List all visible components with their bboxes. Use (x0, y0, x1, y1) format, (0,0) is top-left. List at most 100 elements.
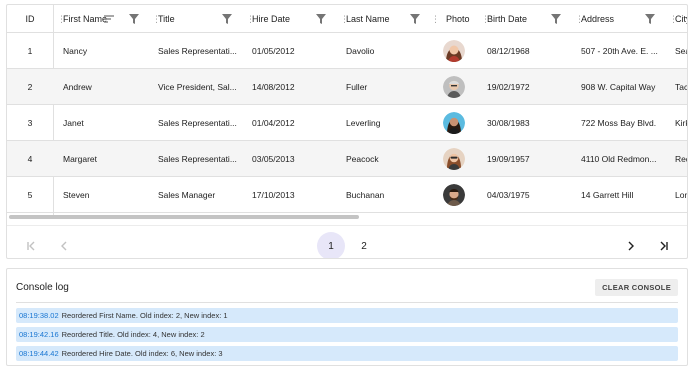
cell-title[interactable]: Sales Manager (158, 177, 244, 213)
cell-first-name[interactable]: Margaret (63, 141, 149, 177)
log-entry: 08:19:38.02 Reordered First Name. Old in… (16, 308, 678, 323)
sort-icon[interactable] (104, 14, 114, 24)
header-photo[interactable]: ⋮ Photo (431, 5, 481, 33)
header-address-label: Address (581, 14, 615, 24)
cell-id[interactable]: 4 (7, 141, 53, 177)
header-hire-date-label: Hire Date (252, 14, 291, 24)
previous-page-button[interactable] (50, 232, 78, 258)
filter-icon[interactable] (129, 14, 139, 24)
table-row[interactable]: 4 Margaret Sales Representati... 03/05/2… (7, 141, 687, 177)
cell-city[interactable]: Sea (675, 33, 687, 69)
cell-title[interactable]: Vice President, Sal... (158, 69, 244, 105)
cell-address[interactable]: 722 Moss Bay Blvd. (581, 105, 663, 141)
cell-birth-date[interactable]: 19/09/1957 (487, 141, 573, 177)
filter-icon[interactable] (645, 14, 655, 24)
cell-photo (431, 177, 477, 213)
log-message: Reordered Hire Date. Old index: 6, New i… (61, 349, 223, 358)
cell-last-name[interactable]: Leverling (346, 105, 432, 141)
cell-hire-date[interactable]: 03/05/2013 (252, 141, 338, 177)
cell-photo (431, 69, 477, 105)
header-last-name-label: Last Name (346, 14, 390, 24)
pager: 1 2 (7, 225, 687, 258)
header-city[interactable]: ⋮ City (669, 5, 687, 33)
page-button-1[interactable]: 1 (317, 232, 345, 258)
horizontal-scrollbar[interactable] (9, 215, 359, 219)
header-birth-date-label: Birth Date (487, 14, 528, 24)
cell-hire-date[interactable]: 17/10/2013 (252, 177, 338, 213)
cell-id[interactable]: 1 (7, 33, 53, 69)
cell-photo (431, 141, 477, 177)
photo-janet (443, 112, 465, 134)
cell-first-name[interactable]: Nancy (63, 33, 149, 69)
filter-icon[interactable] (222, 14, 232, 24)
cell-address[interactable]: 908 W. Capital Way (581, 69, 663, 105)
header-first-name-label: First Name (63, 14, 108, 24)
cell-birth-date[interactable]: 19/02/1972 (487, 69, 573, 105)
cell-birth-date[interactable]: 04/03/1975 (487, 177, 573, 213)
cell-last-name[interactable]: Fuller (346, 69, 432, 105)
table-row[interactable]: 2 Andrew Vice President, Sal... 14/08/20… (7, 69, 687, 105)
header-title-label: Title (158, 14, 175, 24)
photo-margaret (443, 148, 465, 170)
cell-address[interactable]: 14 Garrett Hill (581, 177, 663, 213)
cell-first-name[interactable]: Andrew (63, 69, 149, 105)
clear-console-button[interactable]: CLEAR CONSOLE (595, 279, 678, 296)
log-entry: 08:19:42.16 Reordered Title. Old index: … (16, 327, 678, 342)
cell-first-name[interactable]: Janet (63, 105, 149, 141)
table-row[interactable]: 1 Nancy Sales Representati... 01/05/2012… (7, 33, 687, 69)
cell-first-name[interactable]: Steven (63, 177, 149, 213)
header-city-label: City (675, 14, 687, 24)
photo-steven (443, 184, 465, 206)
cell-hire-date[interactable]: 14/08/2012 (252, 69, 338, 105)
first-page-button[interactable] (17, 232, 45, 258)
log-message: Reordered Title. Old index: 4, New index… (61, 330, 205, 339)
cell-last-name[interactable]: Peacock (346, 141, 432, 177)
log-entry: 08:19:44.42 Reordered Hire Date. Old ind… (16, 346, 678, 361)
cell-id[interactable]: 3 (7, 105, 53, 141)
cell-photo (431, 105, 477, 141)
cell-hire-date[interactable]: 01/05/2012 (252, 33, 338, 69)
drag-handle-icon[interactable]: ⋮ (431, 14, 440, 24)
cell-address[interactable]: 507 - 20th Ave. E. ... (581, 33, 663, 69)
chevron-right-icon (628, 241, 634, 251)
cell-city[interactable]: Red (675, 141, 687, 177)
last-page-button[interactable] (650, 232, 678, 258)
cell-id[interactable]: 5 (7, 177, 53, 213)
cell-title[interactable]: Sales Representati... (158, 141, 244, 177)
console-title: Console log (16, 282, 69, 293)
filter-icon[interactable] (316, 14, 326, 24)
header-id-label: ID (25, 14, 35, 24)
table-row[interactable]: 3 Janet Sales Representati... 01/04/2012… (7, 105, 687, 141)
cell-id[interactable]: 2 (7, 69, 53, 105)
table-row[interactable]: 5 Steven Sales Manager 17/10/2013 Buchan… (7, 177, 687, 213)
cell-address[interactable]: 4110 Old Redmon... (581, 141, 663, 177)
cell-hire-date[interactable]: 01/04/2012 (252, 105, 338, 141)
log-time: 08:19:42.16 (19, 330, 59, 339)
header-id[interactable]: ID (7, 5, 53, 33)
chevron-left-icon (61, 241, 67, 251)
log-time: 08:19:38.02 (19, 311, 59, 320)
cell-title[interactable]: Sales Representati... (158, 105, 244, 141)
cell-photo (431, 33, 477, 69)
cell-city[interactable]: Kirk (675, 105, 687, 141)
page-button-2[interactable]: 2 (350, 232, 378, 258)
header-photo-label: Photo (446, 14, 470, 24)
filter-icon[interactable] (410, 14, 420, 24)
divider (16, 302, 678, 303)
cell-birth-date[interactable]: 30/08/1983 (487, 105, 573, 141)
first-page-icon (27, 241, 35, 251)
log-message: Reordered First Name. Old index: 2, New … (61, 311, 228, 320)
cell-last-name[interactable]: Davolio (346, 33, 432, 69)
console-log-panel: Console log CLEAR CONSOLE 08:19:38.02 Re… (6, 268, 688, 366)
next-page-button[interactable] (617, 232, 645, 258)
cell-last-name[interactable]: Buchanan (346, 177, 432, 213)
cell-title[interactable]: Sales Representati... (158, 33, 244, 69)
grid-header: ID ⋮ First Name ⋮ Title ⋮ Hire Date ⋮ La… (7, 5, 687, 33)
last-page-icon (660, 241, 668, 251)
cell-city[interactable]: Tac (675, 69, 687, 105)
cell-city[interactable]: Lon (675, 177, 687, 213)
log-time: 08:19:44.42 (19, 349, 59, 358)
cell-birth-date[interactable]: 08/12/1968 (487, 33, 573, 69)
photo-andrew (443, 76, 465, 98)
filter-icon[interactable] (551, 14, 561, 24)
